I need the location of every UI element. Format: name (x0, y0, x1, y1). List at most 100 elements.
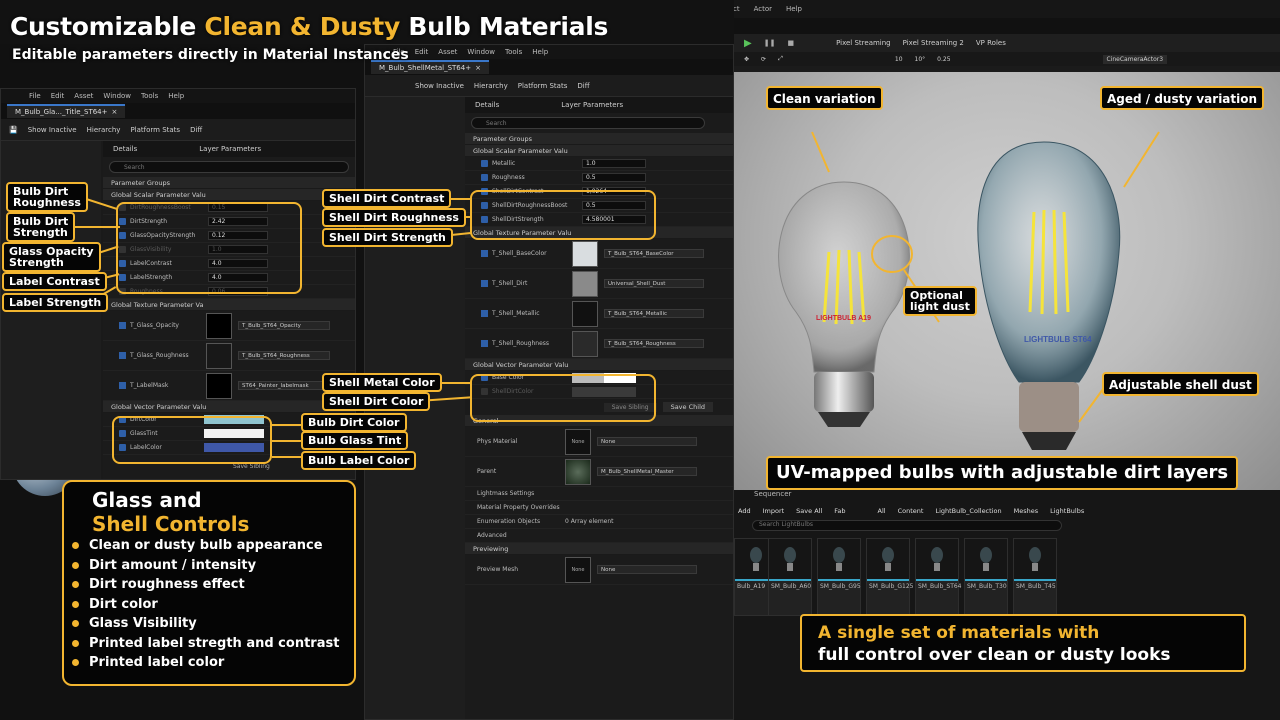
mid-platform-stats[interactable]: Platform Stats (518, 82, 568, 90)
mid-layer-params-tab[interactable]: Layer Parameters (561, 101, 623, 109)
mid-section-vector[interactable]: Global Vector Parameter Valu (465, 359, 733, 371)
menu-actor[interactable]: Actor (754, 5, 772, 13)
mid-parent-row[interactable]: Parent M_Bulb_ShellMetal_Master (465, 457, 733, 487)
left-menu-edit[interactable]: Edit (51, 92, 65, 100)
close-icon[interactable]: × (112, 108, 118, 116)
stop-icon[interactable]: ■ (787, 39, 794, 47)
mid-texture-row[interactable]: T_Shell_BaseColor T_Bulb_ST64_BaseColor (465, 239, 733, 269)
mid-menu-window[interactable]: Window (467, 48, 495, 56)
left-section-scalar[interactable]: Global Scalar Parameter Valu (103, 189, 355, 201)
left-section-vector[interactable]: Global Vector Parameter Valu (103, 401, 355, 413)
sequencer-tab[interactable]: Sequencer (754, 490, 791, 498)
left-document-tab[interactable]: M_Bulb_Gla..._Title_ST64+ × (7, 104, 126, 118)
mid-overrides-row[interactable]: Material Property Overrides (465, 501, 733, 515)
rotation-snap[interactable]: 10° (915, 56, 926, 63)
scale-snap[interactable]: 0.25 (937, 56, 950, 63)
callout-single-set: A single set of materials with full cont… (800, 614, 1246, 672)
save-icon[interactable]: 💾 (9, 126, 18, 134)
asset-tile[interactable]: SM_Bulb_A60 (768, 538, 812, 616)
cb-add-button[interactable]: Add (738, 507, 751, 515)
list-item: Dirt amount / intensity (72, 556, 354, 576)
mid-menu-tools[interactable]: Tools (505, 48, 522, 56)
mid-advanced-row[interactable]: Advanced (465, 529, 733, 543)
mid-section-previewing[interactable]: Previewing (465, 543, 733, 555)
mid-search-input[interactable]: Search (471, 117, 705, 129)
mid-save-child-button[interactable]: Save Child (662, 402, 713, 412)
cb-path-meshes[interactable]: Meshes (1014, 507, 1039, 515)
left-menu-asset[interactable]: Asset (74, 92, 93, 100)
mid-param-row[interactable]: Roughness 0.5 (465, 171, 733, 185)
left-diff[interactable]: Diff (190, 126, 202, 134)
mid-preview-mesh-row[interactable]: Preview Mesh None None (465, 555, 733, 585)
mid-diff[interactable]: Diff (577, 82, 589, 90)
left-menu-file[interactable]: File (29, 92, 41, 100)
asset-tile[interactable]: SM_Bulb_G95 (817, 538, 861, 616)
scale-icon[interactable]: ⤢ (778, 55, 783, 63)
pause-icon[interactable]: ❚❚ (764, 39, 776, 47)
close-icon[interactable]: × (475, 64, 481, 72)
rotate-icon[interactable]: ⟳ (761, 56, 766, 63)
left-platform-stats[interactable]: Platform Stats (130, 126, 180, 134)
left-section-groups[interactable]: Parameter Groups (103, 177, 355, 189)
mid-section-scalar[interactable]: Global Scalar Parameter Valu (465, 145, 733, 157)
camera-dropdown[interactable]: CineCameraActor3 (1102, 54, 1168, 64)
left-show-inactive[interactable]: Show Inactive (28, 126, 77, 134)
bulbs-render: LIGHTBULB A19 LIGHTBULB ST64 (778, 131, 1160, 450)
grid-snap[interactable]: 10 (895, 56, 903, 63)
cb-search-input[interactable]: Search LightBulbs (752, 520, 1062, 531)
pixel-streaming-dropdown[interactable]: Pixel Streaming (836, 39, 891, 47)
cb-fab-button[interactable]: Fab (834, 507, 845, 515)
main-menubar: Select Actor Help (700, 0, 1280, 18)
callout-bulb-label-color: Bulb Label Color (301, 451, 417, 470)
left-search-input[interactable]: Search (109, 161, 349, 173)
highlight-left-scalar (116, 202, 302, 294)
mid-section-groups[interactable]: Parameter Groups (465, 133, 733, 145)
mid-texture-row[interactable]: T_Shell_Dirt Universal_Shell_Dust (465, 269, 733, 299)
mid-details-tab[interactable]: Details (475, 101, 499, 109)
left-texture-row[interactable]: T_Glass_Roughness T_Bulb_ST64_Roughness (103, 341, 355, 371)
callout-bulb-dirt-strength: Bulb Dirt Strength (6, 212, 76, 242)
left-texture-row[interactable]: T_LabelMask ST64_Painter_labelmask (103, 371, 355, 401)
vp-roles-dropdown[interactable]: VP Roles (976, 39, 1006, 47)
viewport-scene[interactable]: LIGHTBULB A19 LIGHTBULB ST64 (734, 72, 1280, 490)
cb-path-content[interactable]: Content (898, 507, 924, 515)
left-section-texture[interactable]: Global Texture Parameter Va (103, 299, 355, 311)
left-menu-tools[interactable]: Tools (141, 92, 158, 100)
mid-texture-row[interactable]: T_Shell_Roughness T_Bulb_ST64_Roughness (465, 329, 733, 359)
left-menu-window[interactable]: Window (103, 92, 131, 100)
controls-list: Clean or dusty bulb appearance Dirt amou… (72, 536, 354, 673)
cb-path-all[interactable]: All (878, 507, 886, 515)
pixel-streaming-2-dropdown[interactable]: Pixel Streaming 2 (903, 39, 964, 47)
mid-lightmass-row[interactable]: Lightmass Settings (465, 487, 733, 501)
asset-tile[interactable]: SM_Bulb_T30 (964, 538, 1008, 616)
mid-menu-help[interactable]: Help (532, 48, 548, 56)
mid-enum-row[interactable]: Enumeration Objects 0 Array element (465, 515, 733, 529)
left-texture-row[interactable]: T_Glass_Opacity T_Bulb_ST64_Opacity (103, 311, 355, 341)
asset-tile[interactable]: SM_Bulb_G125 (866, 538, 913, 616)
asset-tile[interactable]: SM_Bulb_T45 (1013, 538, 1057, 616)
mid-menu-asset[interactable]: Asset (438, 48, 457, 56)
asset-tile[interactable]: SM_Bulb_ST64 (915, 538, 962, 616)
panel-title-line1: Glass and (92, 488, 202, 512)
left-layer-params-tab[interactable]: Layer Parameters (199, 145, 261, 153)
mid-hierarchy[interactable]: Hierarchy (474, 82, 508, 90)
mid-show-inactive[interactable]: Show Inactive (415, 82, 464, 90)
mid-texture-row[interactable]: T_Shell_Metallic T_Bulb_ST64_Metallic (465, 299, 733, 329)
play-icon[interactable]: ▶ (744, 38, 752, 49)
select-icon[interactable]: ✥ (744, 56, 749, 63)
mid-menu-edit[interactable]: Edit (415, 48, 429, 56)
mid-param-row[interactable]: Metallic 1.0 (465, 157, 733, 171)
mid-phys-material-row[interactable]: Phys Material None None (465, 427, 733, 457)
menu-help[interactable]: Help (786, 5, 802, 13)
left-menu-help[interactable]: Help (168, 92, 184, 100)
connector-line (272, 456, 302, 458)
cb-path-collection[interactable]: LightBulb_Collection (935, 507, 1001, 515)
cb-import-button[interactable]: Import (763, 507, 785, 515)
callout-label-contrast: Label Contrast (2, 272, 107, 291)
left-hierarchy[interactable]: Hierarchy (87, 126, 121, 134)
left-details-tab[interactable]: Details (113, 145, 137, 153)
cb-path-lightbulbs[interactable]: LightBulbs (1050, 507, 1084, 515)
left-save-sibling-button[interactable]: Save Sibling (233, 463, 270, 470)
cb-save-all-button[interactable]: Save All (796, 507, 822, 515)
left-menubar: File Edit Asset Window Tools Help (1, 89, 355, 103)
